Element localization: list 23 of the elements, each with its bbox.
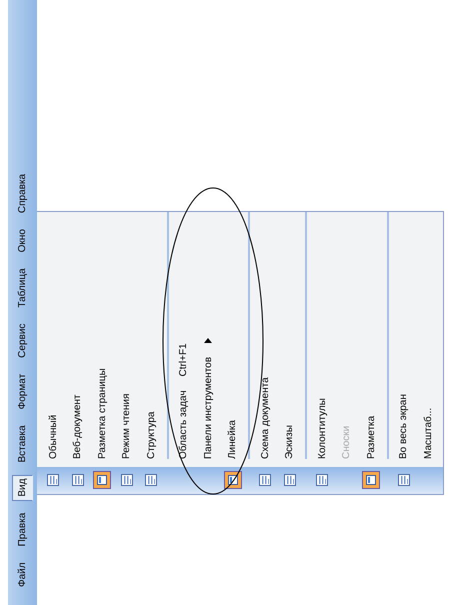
menu-entry[interactable]: Масштаб... — [416, 212, 440, 467]
menu-entry[interactable]: Режим чтения — [114, 212, 139, 467]
menu-entry[interactable]: Панели инструментов — [196, 212, 220, 467]
menu-entry[interactable]: Структура — [139, 212, 164, 467]
menu-item[interactable]: Окно — [12, 225, 33, 256]
menu-entry[interactable]: Разметка — [359, 212, 384, 467]
menu-item[interactable]: Сервис — [12, 320, 33, 362]
menu-item[interactable]: Правка — [12, 508, 33, 550]
menu-entry[interactable]: Разметка страницы — [90, 212, 114, 467]
menu-entry[interactable]: Линейка — [220, 212, 245, 467]
menu-entry[interactable]: Схема документа — [253, 212, 278, 467]
menu-entry[interactable]: Эскизы — [278, 212, 302, 467]
menu-entry[interactable]: Колонтитулы — [310, 212, 334, 467]
menu-item[interactable]: Формат — [12, 370, 33, 414]
menu-item[interactable]: Вставка — [12, 421, 33, 467]
menu-entry[interactable]: Область задач Ctrl+F1 — [172, 212, 196, 467]
menu-entry[interactable]: Обычный — [41, 212, 66, 467]
menu-item[interactable]: Справка — [12, 170, 33, 218]
menu-entry[interactable]: Веб-документ — [66, 212, 90, 467]
menu-item[interactable]: Таблица — [12, 264, 33, 312]
menu-item[interactable]: Файл — [12, 558, 33, 591]
menu-item[interactable]: Вид — [12, 474, 33, 501]
menu-entry[interactable]: Во весь экран — [392, 212, 416, 467]
